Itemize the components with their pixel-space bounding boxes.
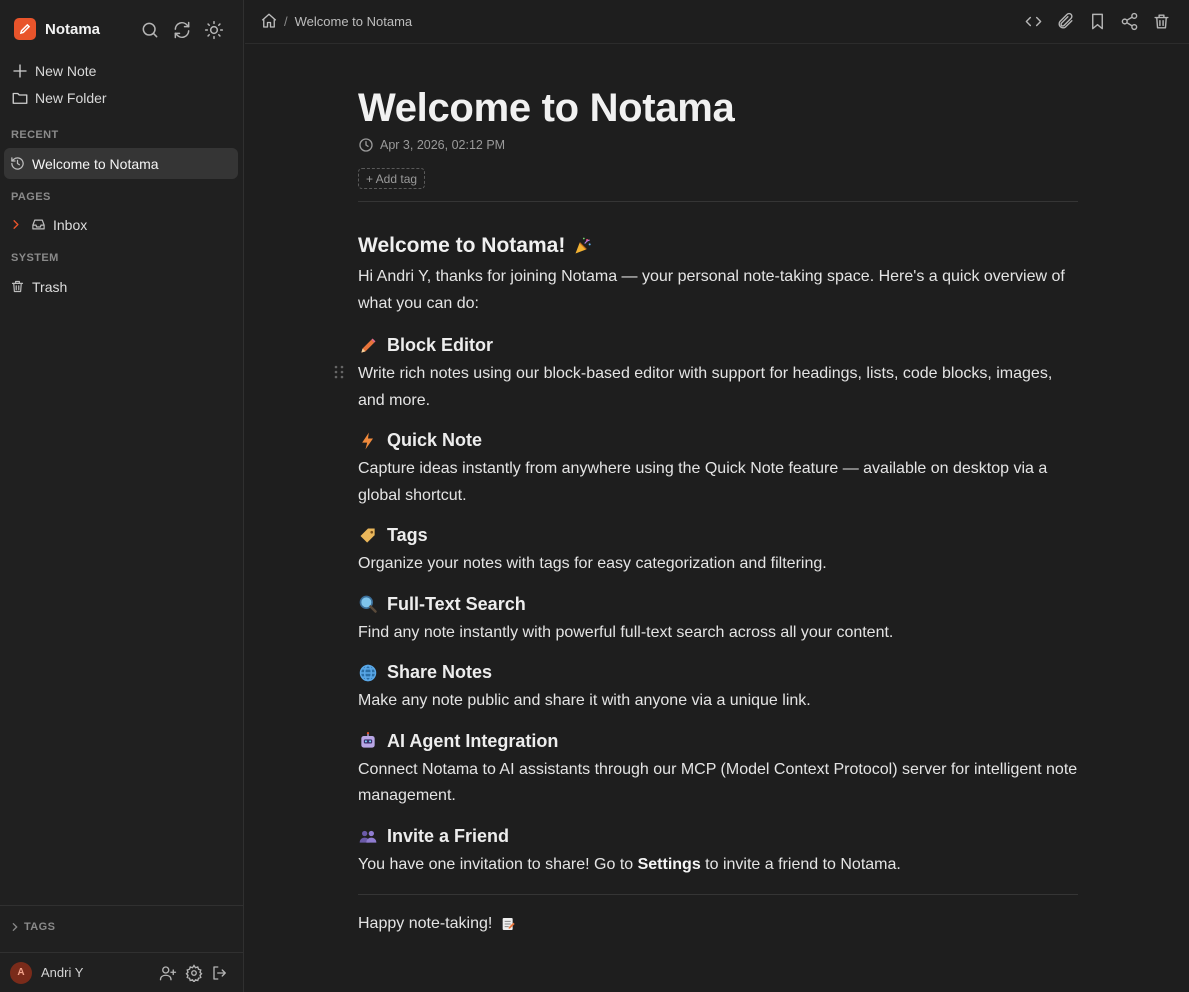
app-name: Notama (45, 20, 101, 38)
section-text[interactable]: Make any note public and share it with a… (358, 688, 1078, 715)
section-heading: Full-Text Search (358, 594, 1078, 615)
recent-item-label: Welcome to Notama (32, 155, 159, 172)
robot-icon (358, 731, 378, 751)
invite-user-icon[interactable] (159, 964, 177, 982)
system-section-label: SYSTEM (11, 252, 59, 264)
new-note-label: New Note (35, 63, 97, 79)
section-heading: Block Editor (358, 335, 1078, 356)
chevron-right-icon (10, 922, 20, 932)
section-title: Share Notes (387, 662, 493, 682)
pages-section-label: PAGES (11, 191, 51, 203)
closing-paragraph[interactable]: Happy note-taking! (358, 911, 1078, 938)
section-heading: Tags (358, 525, 1078, 546)
settings-link[interactable]: Settings (638, 856, 701, 873)
avatar[interactable]: A (10, 961, 32, 984)
breadcrumb: / Welcome to Notama (260, 12, 412, 30)
logout-icon[interactable] (211, 964, 229, 982)
user-name: Andri Y (41, 965, 84, 980)
intro-paragraph[interactable]: Hi Andri Y, thanks for joining Notama — … (358, 264, 1078, 317)
share-icon[interactable] (1120, 12, 1139, 31)
section-text[interactable]: Find any note instantly with powerful fu… (358, 620, 1078, 647)
invite-text[interactable]: You have one invitation to share! Go to … (358, 852, 1078, 879)
top-bar: / Welcome to Notama (245, 0, 1189, 44)
home-icon[interactable] (260, 12, 278, 30)
new-note-button[interactable]: New Note (11, 60, 96, 82)
bookmark-icon[interactable] (1088, 12, 1107, 31)
note-editor[interactable]: Welcome to Notama Apr 3, 2026, 02:12 PM … (334, 84, 1078, 938)
invite-text-before: You have one invitation to share! Go to (358, 855, 638, 873)
welcome-heading: Welcome to Notama! (358, 234, 1078, 258)
system-item-trash[interactable]: Trash (4, 271, 238, 302)
drag-handle-icon[interactable] (333, 364, 345, 380)
chevron-right-icon[interactable] (10, 217, 22, 232)
section-heading: AI Agent Integration (358, 731, 1078, 752)
closing-text: Happy note-taking! (358, 915, 493, 932)
breadcrumb-current[interactable]: Welcome to Notama (295, 14, 413, 29)
notama-logo-icon (14, 18, 36, 40)
note-date: Apr 3, 2026, 02:12 PM (358, 137, 1078, 153)
magnifier-icon (358, 594, 378, 614)
section-title: Invite a Friend (387, 825, 510, 846)
inbox-icon (31, 217, 46, 232)
new-folder-label: New Folder (35, 90, 107, 106)
lightning-icon (358, 431, 378, 451)
trash-icon (10, 279, 25, 294)
section-heading: Share Notes (358, 662, 1078, 683)
brand[interactable]: Notama (14, 17, 100, 41)
section-title: Tags (387, 525, 428, 545)
section-title: AI Agent Integration (387, 730, 559, 751)
divider (358, 201, 1078, 202)
section-text[interactable]: Connect Notama to AI assistants through … (358, 757, 1078, 810)
pencil-icon (358, 336, 378, 356)
tags-section-toggle[interactable]: TAGS (0, 905, 243, 947)
note-title[interactable]: Welcome to Notama (358, 84, 1078, 132)
section-title: Block Editor (387, 335, 494, 355)
note-date-text: Apr 3, 2026, 02:12 PM (380, 138, 506, 152)
new-folder-button[interactable]: New Folder (11, 87, 107, 109)
clock-icon (358, 137, 374, 153)
section-text[interactable]: Organize your notes with tags for easy c… (358, 551, 1078, 578)
party-popper-icon (573, 236, 593, 256)
invite-text-after: to invite a friend to Notama. (700, 855, 901, 873)
add-tag-button[interactable]: + Add tag (358, 168, 426, 189)
search-icon[interactable] (140, 20, 160, 40)
delete-icon[interactable] (1152, 12, 1171, 31)
section-heading: Invite a Friend (358, 826, 1078, 847)
sync-icon[interactable] (172, 20, 192, 40)
section-text[interactable]: Capture ideas instantly from anywhere us… (358, 456, 1078, 509)
settings-gear-icon[interactable] (185, 964, 203, 982)
divider (358, 894, 1078, 895)
recent-section-label: RECENT (11, 129, 59, 141)
section-heading: Quick Note (358, 430, 1078, 451)
system-item-label: Trash (32, 278, 68, 295)
sidebar: Notama New Note New Folder RECENT Welcom… (0, 0, 244, 992)
tags-section-label: TAGS (24, 920, 56, 933)
people-icon (358, 826, 378, 846)
user-row: A Andri Y (0, 952, 243, 992)
label-tag-icon (358, 526, 378, 546)
plus-icon (11, 62, 29, 80)
section-title: Quick Note (387, 430, 483, 450)
attachment-icon[interactable] (1056, 12, 1075, 31)
welcome-heading-text: Welcome to Notama! (358, 234, 566, 257)
breadcrumb-separator: / (284, 13, 288, 29)
globe-icon (358, 663, 378, 683)
memo-icon (500, 916, 516, 932)
history-icon (10, 156, 25, 171)
page-item-label: Inbox (53, 216, 88, 233)
recent-item-welcome[interactable]: Welcome to Notama (4, 148, 238, 179)
theme-toggle-icon[interactable] (204, 20, 224, 40)
page-item-inbox[interactable]: Inbox (4, 209, 238, 240)
section-title: Full-Text Search (387, 593, 526, 614)
code-view-icon[interactable] (1024, 12, 1043, 31)
section-text[interactable]: Write rich notes using our block-based e… (358, 361, 1078, 414)
folder-icon (11, 89, 29, 107)
